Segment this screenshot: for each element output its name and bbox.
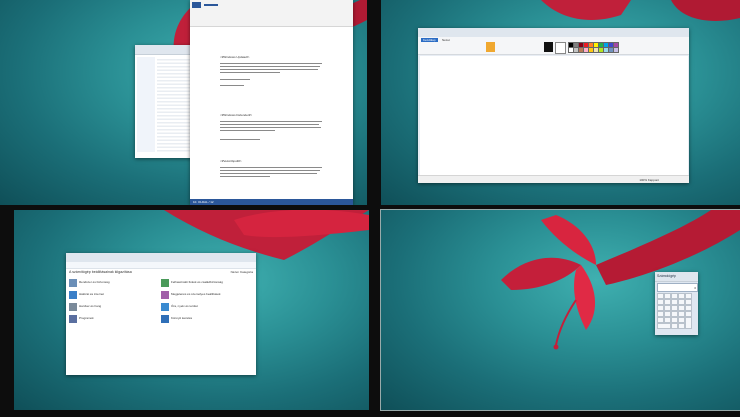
network-icon [69, 291, 77, 299]
word-ribbon[interactable] [190, 0, 353, 27]
text-line [220, 173, 317, 174]
text-line [220, 63, 322, 64]
calc-key[interactable] [678, 323, 685, 329]
word-window[interactable]: <#Windows Update#> <#Windows Defender#> … [190, 0, 353, 205]
color1-swatch[interactable] [544, 42, 553, 52]
desktop-paint: Kezdőlap Nézet 100% Képpont [381, 0, 740, 205]
paint-workspace [418, 55, 689, 176]
hardware-icon [69, 303, 77, 311]
word-statusbar: 10. OLDAL / 12 [190, 199, 353, 205]
text-line [220, 66, 320, 67]
text-line [220, 139, 260, 140]
appearance-icon [161, 291, 169, 299]
paint-zoom: 100% Képpont [639, 177, 659, 182]
cp-view-by[interactable]: Nézet: Kategória [231, 270, 253, 274]
paint-statusbar: 100% Képpont [418, 175, 689, 183]
calc-zero-key[interactable] [657, 323, 671, 329]
brush-icon[interactable] [486, 42, 495, 52]
quad-screen-collage: <#Windows Update#> <#Windows Defender#> … [0, 0, 740, 417]
cp-category-link[interactable]: Felhasználói fiókok és családbiztonság [171, 280, 223, 284]
text-line [220, 79, 250, 80]
cp-category-link[interactable]: Hardver és hang [79, 304, 101, 308]
cp-category-link[interactable]: Hálózat és internet [79, 292, 104, 296]
explorer-file-list[interactable] [157, 57, 193, 152]
calc-equals-key[interactable] [685, 317, 692, 329]
desktop-calculator: Számológép 0 [380, 209, 740, 411]
cp-address-bar[interactable] [66, 262, 256, 269]
calc-title: Számológép [657, 274, 676, 278]
paint-canvas[interactable] [420, 56, 688, 175]
cp-category-link[interactable]: Óra, nyelv és terület [171, 304, 198, 308]
calculator-window[interactable]: Számológép 0 [655, 272, 698, 335]
ease-of-access-icon [161, 315, 169, 323]
heading-windows-defender: <#Windows Defender#> [220, 113, 253, 117]
cp-category-link[interactable]: Megjelenés és személyes beállítások [171, 292, 221, 296]
paint-window[interactable]: Kezdőlap Nézet 100% Képpont [418, 28, 689, 183]
tab-home[interactable]: Kezdőlap [421, 38, 438, 42]
tab-view[interactable]: Nézet [442, 38, 450, 42]
cp-heading: A számítógép beállításainak kiigazítása [69, 270, 132, 274]
document-page[interactable]: <#Windows Update#> <#Windows Defender#> … [220, 55, 325, 195]
programs-icon [69, 315, 77, 323]
cp-category-link[interactable]: Könnyű kezelés [171, 316, 192, 320]
calc-display-value: 0 [694, 286, 696, 290]
text-line [220, 130, 275, 131]
explorer-nav-pane [137, 57, 155, 152]
text-line [220, 72, 280, 73]
text-line [220, 121, 322, 122]
system-security-icon [69, 279, 77, 287]
color2-swatch[interactable] [555, 42, 566, 54]
word-icon [192, 2, 201, 8]
desktop-word-explorer: <#Windows Update#> <#Windows Defender#> … [0, 0, 367, 205]
text-line [220, 170, 320, 171]
text-line [220, 127, 321, 128]
calc-display: 0 [657, 283, 698, 292]
calc-titlebar: Számológép [655, 272, 698, 282]
paint-ribbon[interactable]: Kezdőlap Nézet [418, 37, 689, 55]
text-line [220, 167, 322, 168]
user-accounts-icon [161, 279, 169, 287]
calc-key[interactable] [671, 323, 678, 329]
text-line [220, 69, 318, 70]
word-status-text: 10. OLDAL / 12 [193, 200, 214, 204]
file-explorer-window[interactable] [135, 45, 195, 158]
heading-control-panel: <#Vezérlőpult#> [220, 159, 242, 163]
control-panel-window[interactable]: A számítógép beállításainak kiigazítása … [66, 253, 256, 375]
heading-windows-update: <#Windows Update#> [220, 55, 250, 59]
text-line [220, 176, 270, 177]
text-line [220, 124, 319, 125]
cp-category-link[interactable]: Rendszer és biztonság [79, 280, 110, 284]
desktop-control-panel: A számítógép beállításainak kiigazítása … [14, 210, 369, 410]
clock-icon [161, 303, 169, 311]
palette-swatch[interactable] [613, 47, 619, 53]
text-line [220, 85, 244, 86]
cp-category-link[interactable]: Programok [79, 316, 94, 320]
explorer-titlebar [135, 45, 195, 55]
word-tabs[interactable] [204, 4, 344, 6]
